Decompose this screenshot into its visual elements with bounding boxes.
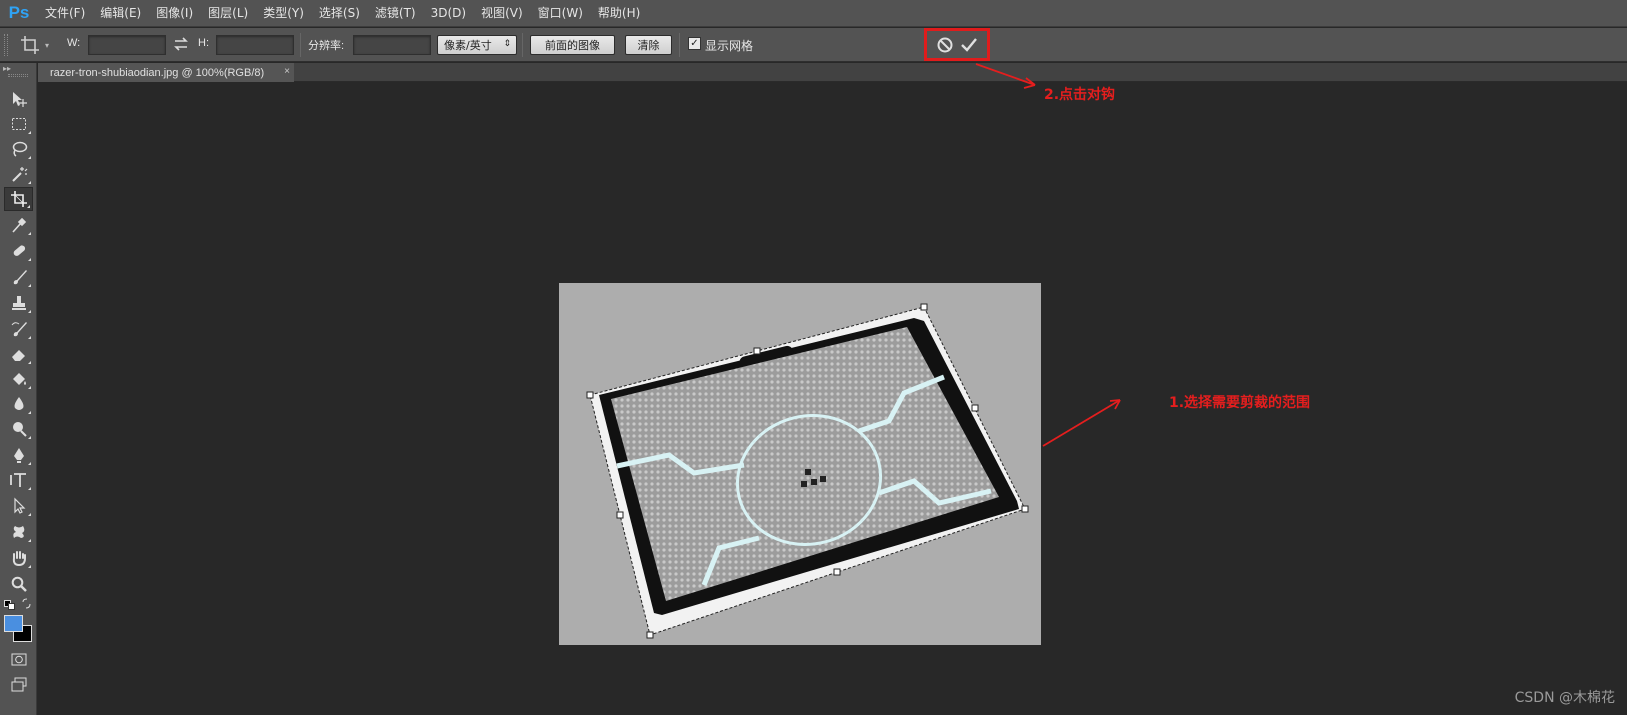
screen-mode-icon (11, 677, 26, 692)
history-brush-tool[interactable] (4, 317, 33, 341)
marquee-icon (11, 118, 26, 130)
crop-tool-icon (10, 191, 27, 207)
custom-shape-icon (12, 526, 24, 538)
menu-layer[interactable]: 图层(L) (201, 0, 256, 27)
marquee-tool[interactable] (4, 112, 33, 136)
menu-file[interactable]: 文件(F) (38, 0, 93, 27)
default-colors-icon[interactable] (4, 599, 16, 610)
document-tab-bar: razer-tron-shubiaodian.jpg @ 100%(RGB/8)… (38, 63, 1627, 82)
eraser-icon (11, 350, 25, 361)
commit-cancel-group (924, 28, 990, 61)
type-tool[interactable] (4, 468, 33, 492)
toolbox-grip[interactable] (8, 74, 28, 77)
photoshop-logo: Ps (8, 3, 30, 22)
resolution-label: 分辨率: (308, 40, 345, 52)
mousepad-image (559, 283, 1041, 645)
width-label: W: (67, 37, 81, 49)
resolution-field[interactable] (353, 35, 431, 55)
magic-wand-tool[interactable] (4, 162, 33, 186)
menu-window[interactable]: 窗口(W) (531, 0, 591, 27)
paint-bucket-icon (12, 373, 26, 385)
healing-brush-tool[interactable] (4, 239, 33, 263)
select-arrows-icon: ⇕ (503, 39, 511, 49)
dodge-icon (12, 422, 27, 437)
toolbox: ▸▸ (0, 63, 37, 715)
divider (300, 33, 301, 57)
move-icon (12, 92, 27, 107)
clear-button[interactable]: 清除 (625, 35, 672, 55)
menu-filter[interactable]: 滤镜(T) (368, 0, 424, 27)
zoom-tool[interactable] (4, 572, 33, 596)
step1-annotation: 1.选择需要剪裁的范围 (1169, 395, 1311, 411)
menu-image[interactable]: 图像(I) (149, 0, 201, 27)
chevron-down-icon: ▾ (45, 40, 50, 50)
lasso-tool[interactable] (4, 137, 33, 161)
lasso-icon (12, 141, 27, 157)
crop-tool[interactable] (4, 187, 33, 211)
type-icon (9, 473, 26, 487)
quick-mask-icon (11, 653, 26, 666)
bandage-icon (13, 245, 25, 256)
menu-help[interactable]: 帮助(H) (591, 0, 648, 27)
menu-type[interactable]: 类型(Y) (256, 0, 312, 27)
front-image-button[interactable]: 前面的图像 (530, 35, 615, 55)
move-tool[interactable] (4, 87, 33, 111)
document-tab-title: razer-tron-shubiaodian.jpg @ 100%(RGB/8) (50, 66, 265, 79)
paint-bucket-tool[interactable] (4, 367, 33, 391)
magic-wand-icon (11, 167, 27, 182)
eyedropper-icon (11, 217, 26, 233)
watermark: CSDN @木棉花 (1514, 690, 1615, 706)
stamp-icon (11, 296, 26, 310)
toolbox-collapse-icon[interactable]: ▸▸ (0, 63, 36, 73)
dodge-tool[interactable] (4, 417, 33, 441)
blur-tool[interactable] (4, 392, 33, 416)
tool-preset-picker[interactable]: ▾ (20, 35, 60, 55)
options-bar: ▾ W: H: 分辨率: 像素/英寸 ⇕ 前面的图像 清除 ✓ 显示网格 (0, 28, 1627, 62)
menu-select[interactable]: 选择(S) (312, 0, 368, 27)
brush-tool[interactable] (4, 265, 33, 289)
height-field[interactable] (216, 35, 294, 55)
swap-colors-icon[interactable] (21, 598, 33, 610)
screen-mode-button[interactable] (4, 673, 33, 697)
water-drop-icon (14, 397, 23, 410)
menu-view[interactable]: 视图(V) (474, 0, 531, 27)
divider (679, 33, 680, 57)
pen-tool[interactable] (4, 443, 33, 467)
menu-bar: Ps 文件(F) 编辑(E) 图像(I) 图层(L) 类型(Y) 选择(S) 滤… (0, 0, 1627, 27)
hand-icon (12, 551, 26, 567)
commit-crop-checkmark-icon[interactable] (960, 36, 978, 54)
eyedropper-tool[interactable] (4, 213, 33, 237)
menu-3d[interactable]: 3D(D) (424, 0, 474, 27)
clone-stamp-tool[interactable] (4, 291, 33, 315)
resolution-unit-value: 像素/英寸 (444, 39, 492, 52)
pen-icon (13, 448, 24, 463)
show-grid-label: 显示网格 (705, 39, 754, 53)
step2-annotation: 2.点击对钩 (1044, 87, 1116, 103)
height-label: H: (198, 37, 209, 49)
path-selection-tool[interactable] (4, 494, 33, 518)
document-image[interactable] (559, 283, 1041, 645)
crop-icon (21, 36, 39, 54)
divider (522, 33, 523, 57)
shape-tool[interactable] (4, 520, 33, 544)
options-grip[interactable] (4, 34, 8, 56)
close-tab-icon[interactable]: × (284, 66, 290, 77)
hand-tool[interactable] (4, 546, 33, 570)
menu-edit[interactable]: 编辑(E) (93, 0, 149, 27)
foreground-color-swatch[interactable] (4, 615, 23, 632)
cancel-crop-icon[interactable] (936, 36, 954, 54)
quick-mask-button[interactable] (4, 647, 33, 671)
swap-dimensions-icon[interactable] (173, 36, 189, 52)
show-grid-checkbox[interactable]: ✓ (688, 37, 701, 50)
document-tab[interactable]: razer-tron-shubiaodian.jpg @ 100%(RGB/8)… (38, 63, 294, 82)
history-brush-icon (11, 322, 27, 337)
width-field[interactable] (88, 35, 166, 55)
resolution-unit-select[interactable]: 像素/英寸 ⇕ (437, 35, 517, 55)
arrow-cursor-icon (13, 497, 25, 514)
brush-icon (13, 270, 27, 285)
magnifier-icon (11, 576, 27, 592)
eraser-tool[interactable] (4, 342, 33, 366)
